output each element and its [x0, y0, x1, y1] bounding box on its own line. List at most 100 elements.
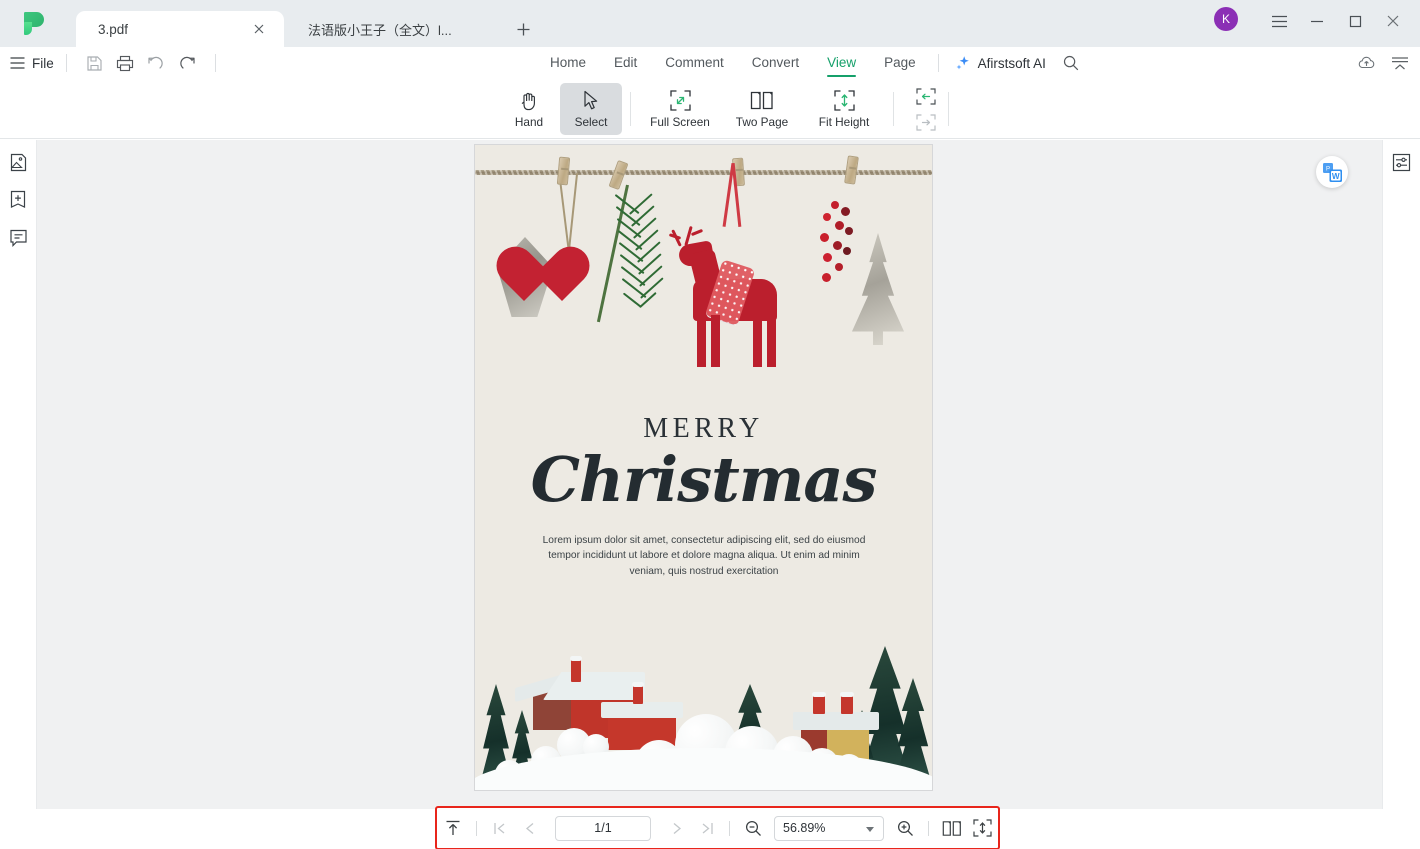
tab-comment[interactable]: Comment: [651, 47, 738, 79]
tab-document-1[interactable]: 3.pdf: [76, 11, 284, 47]
scroll-to-top-icon[interactable]: [438, 813, 468, 843]
full-screen-button[interactable]: Full Screen: [639, 83, 721, 135]
tool-label: Select: [574, 114, 608, 129]
rope-decoration: [475, 170, 932, 175]
first-page-icon[interactable]: [485, 813, 515, 843]
zoom-in-icon[interactable]: [890, 813, 920, 843]
sparkle-icon: [955, 55, 971, 71]
afirstsoft-leaf-logo-icon: [22, 11, 48, 37]
tab-document-2[interactable]: 法语版小王子（全文）l...: [288, 11, 496, 47]
save-icon[interactable]: [79, 50, 110, 76]
cursor-arrow-icon: [582, 90, 600, 112]
avatar[interactable]: K: [1214, 6, 1238, 31]
page-heading-merry: MERRY: [643, 413, 764, 444]
print-icon[interactable]: [110, 50, 141, 76]
hamburger-icon[interactable]: [8, 54, 26, 72]
minimize-icon[interactable]: [1298, 3, 1336, 40]
ornament-reindeer: [665, 163, 787, 370]
sliders-icon[interactable]: [1390, 150, 1414, 174]
fit-extra-buttons: [912, 85, 940, 133]
cloud-upload-icon[interactable]: [1354, 51, 1378, 75]
tool-label: Hand: [514, 114, 544, 129]
menubar-right: [1354, 51, 1420, 75]
search-icon[interactable]: [1058, 50, 1084, 76]
bookmark-add-icon[interactable]: [6, 188, 30, 212]
menu-bar: File Home Edit Comment Convert View Page: [0, 47, 1420, 79]
divider: [928, 820, 929, 836]
prev-page-icon[interactable]: [515, 813, 545, 843]
fit-width-icon[interactable]: [912, 85, 940, 107]
tab-label: 法语版小王子（全文）l...: [308, 22, 452, 38]
hand-icon: [519, 90, 539, 112]
page-number-input[interactable]: 1/1: [555, 815, 651, 841]
ornament-pine-sprig: [596, 184, 666, 325]
afirstsoft-ai-button[interactable]: Afirstsoft AI: [955, 55, 1046, 71]
fit-height-icon[interactable]: [967, 813, 997, 843]
page-image-snow-village: [475, 618, 932, 790]
zoom-level-value: 56.89%: [783, 821, 826, 835]
svg-text:W: W: [1331, 171, 1339, 180]
zoom-out-icon[interactable]: [738, 813, 768, 843]
document-canvas[interactable]: P W MERRY Christmas Lorem ipsum dolor si…: [37, 140, 1382, 809]
fit-height-button[interactable]: Fit Height: [803, 83, 885, 135]
tab-home[interactable]: Home: [536, 47, 600, 79]
plus-icon[interactable]: [510, 14, 536, 44]
zoom-level-select[interactable]: 56.89%: [774, 815, 884, 841]
afirstsoft-ai-label: Afirstsoft AI: [977, 55, 1046, 71]
tab-page[interactable]: Page: [870, 47, 930, 79]
divider: [214, 54, 216, 72]
pdf-page: MERRY Christmas Lorem ipsum dolor sit am…: [475, 145, 932, 790]
comment-icon[interactable]: [6, 226, 30, 250]
tool-label: Two Page: [735, 114, 789, 129]
right-sidebar: [1382, 140, 1420, 809]
ornament-berry-sprig: [815, 191, 871, 321]
divider: [937, 54, 939, 72]
page-body-text: Lorem ipsum dolor sit amet, consectetur …: [542, 535, 866, 577]
hamburger-icon[interactable]: [1260, 3, 1298, 40]
two-page-icon: [750, 90, 774, 112]
divider: [948, 92, 949, 126]
fit-page-icon[interactable]: [912, 111, 940, 133]
last-page-icon[interactable]: [691, 813, 721, 843]
clothespin-icon: [844, 155, 859, 185]
ribbon-tabs: Home Edit Comment Convert View Page Afir…: [536, 47, 1084, 79]
clothespin-icon: [556, 156, 571, 186]
next-page-icon[interactable]: [661, 813, 691, 843]
undo-icon[interactable]: [141, 50, 172, 76]
page-navigation-toolbar: 1/1 56.89%: [435, 806, 1000, 849]
pdf-to-word-icon[interactable]: P W: [1316, 156, 1348, 188]
collapse-ribbon-icon[interactable]: [1388, 51, 1412, 75]
redo-icon[interactable]: [172, 50, 203, 76]
title-bar: 3.pdf 法语版小王子（全文）l... K: [0, 0, 1420, 47]
tool-label: Fit Height: [818, 114, 870, 129]
maximize-icon[interactable]: [1336, 3, 1374, 40]
close-icon[interactable]: [252, 22, 266, 36]
close-icon[interactable]: [1374, 3, 1412, 40]
divider: [729, 820, 730, 836]
tab-edit[interactable]: Edit: [600, 47, 651, 79]
application-window: 3.pdf 法语版小王子（全文）l... K File Home Edit Co…: [0, 0, 1420, 849]
chevron-down-icon: [866, 826, 874, 832]
file-menu[interactable]: File: [32, 56, 54, 71]
tool-label: Full Screen: [650, 114, 710, 129]
full-screen-icon: [669, 90, 691, 112]
thumbnail-image-icon[interactable]: [6, 150, 30, 174]
page-heading-christmas: Christmas: [530, 443, 878, 516]
svg-text:P: P: [1325, 166, 1329, 172]
tab-view[interactable]: View: [813, 47, 870, 79]
page-image-ornaments: [475, 145, 932, 390]
tab-convert[interactable]: Convert: [738, 47, 813, 79]
left-sidebar: [0, 140, 37, 809]
divider: [893, 92, 894, 126]
fit-height-icon: [833, 90, 855, 112]
divider: [65, 54, 67, 72]
window-controls: K: [1214, 0, 1420, 47]
two-page-button[interactable]: Two Page: [721, 83, 803, 135]
divider: [476, 820, 477, 836]
view-ribbon-toolbar: Hand Select Full Screen Two Page Fit Hei…: [0, 79, 1420, 139]
tab-label: 3.pdf: [98, 21, 129, 37]
divider: [630, 92, 631, 126]
select-tool-button[interactable]: Select: [560, 83, 622, 135]
two-page-icon[interactable]: [937, 813, 967, 843]
hand-tool-button[interactable]: Hand: [498, 83, 560, 135]
